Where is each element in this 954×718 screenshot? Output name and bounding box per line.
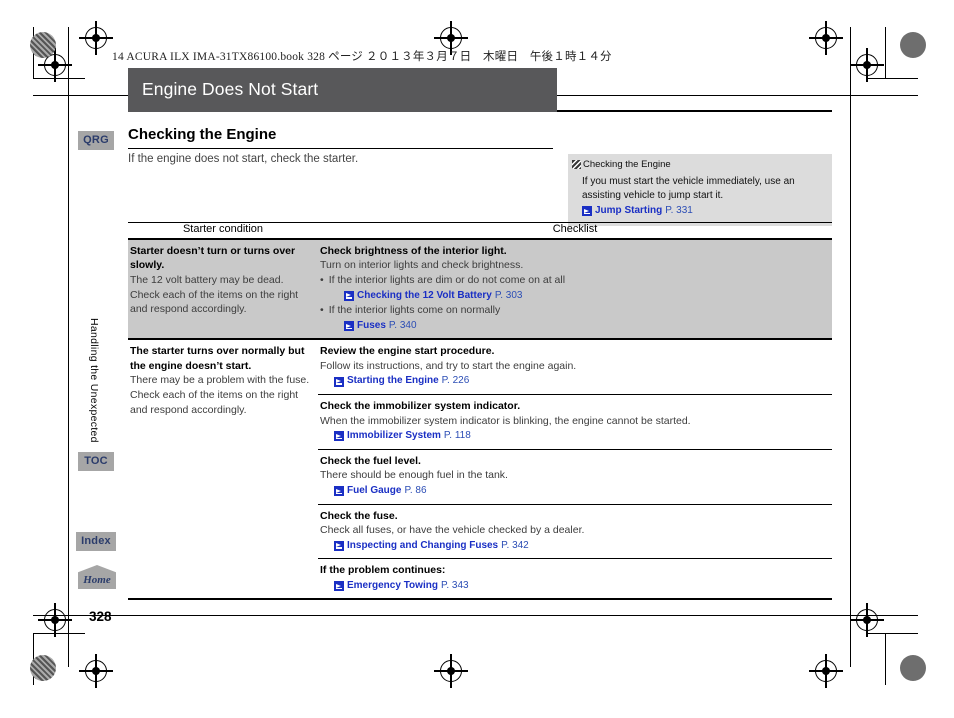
side-note: Checking the Engine If you must start th… xyxy=(568,154,832,226)
book-header: 14 ACURA ILX IMA-31TX86100.book 328 ページ … xyxy=(112,51,612,63)
xref-arrow-icon xyxy=(582,206,592,216)
page-number: 328 xyxy=(89,609,112,624)
xref-page: P. 86 xyxy=(404,484,427,496)
xref-page: P. 340 xyxy=(388,319,417,331)
checklist-title: If the problem continues: xyxy=(320,564,446,577)
xref-arrow-icon xyxy=(334,486,344,497)
table-row-rule xyxy=(128,598,832,601)
page-title: Engine Does Not Start xyxy=(142,79,319,99)
section-title-bar: Engine Does Not Start xyxy=(128,68,557,112)
checklist-item: Check the immobilizer system indicator. W… xyxy=(318,395,832,449)
checklist-bullet: • If the interior lights come on normally xyxy=(320,303,826,318)
cell-condition: Starter doesn’t turn or turns over slowl… xyxy=(128,240,318,339)
xref-label: Jump Starting xyxy=(595,205,663,216)
table-body: Starter doesn’t turn or turns over slowl… xyxy=(128,239,832,601)
bullet-dot-icon: • xyxy=(320,273,324,286)
side-note-heading-text: Checking the Engine xyxy=(583,159,671,170)
cell-checklist: Review the engine start procedure. Follow… xyxy=(318,340,832,598)
xref-link[interactable]: Inspecting and Changing Fuses P. 342 xyxy=(320,539,826,554)
xref-label: Fuel Gauge xyxy=(347,484,402,496)
xref-page: P. 331 xyxy=(665,205,693,216)
cell-checklist: Check brightness of the interior light. T… xyxy=(318,240,832,339)
xref-page: P. 343 xyxy=(440,579,469,591)
xref-label: Inspecting and Changing Fuses xyxy=(347,539,499,551)
checklist-title: Check the fuse. xyxy=(320,509,398,522)
xref-arrow-icon xyxy=(334,540,344,551)
condition-description: There may be a problem with the fuse. Ch… xyxy=(130,374,310,416)
checklist-title: Check brightness of the interior light. xyxy=(320,244,507,257)
checklist-description: Check all fuses, or have the vehicle che… xyxy=(320,524,585,537)
side-note-heading: Checking the Engine xyxy=(572,159,826,170)
column-header-checklist: Checklist xyxy=(552,223,598,235)
checklist-item: Review the engine start procedure. Follow… xyxy=(318,340,832,394)
chapter-label: Handling the Unexpected xyxy=(88,318,100,443)
checklist-title: Check the fuel level. xyxy=(320,454,421,467)
xref-arrow-icon xyxy=(334,581,344,592)
note-marker-icon xyxy=(572,160,581,169)
column-header-condition: Starter condition xyxy=(182,223,264,235)
checklist-description: Follow its instructions, and try to star… xyxy=(320,359,577,372)
tab-index[interactable]: Index xyxy=(76,532,116,551)
checklist-item: If the problem continues: Emergency Towin… xyxy=(318,559,832,598)
checklist-item: Check brightness of the interior light. T… xyxy=(318,240,832,339)
table-row: The starter turns over normally but the … xyxy=(128,340,832,598)
checklist-title: Review the engine start procedure. xyxy=(320,345,495,358)
xref-page: P. 303 xyxy=(494,289,523,301)
table-header-row: Starter condition Checklist xyxy=(128,223,832,238)
xref-label: Starting the Engine xyxy=(347,375,439,387)
tab-toc[interactable]: TOC xyxy=(78,452,114,471)
condition-description: The 12 volt battery may be dead. Check e… xyxy=(130,273,299,316)
subsection-rule xyxy=(128,148,553,150)
side-note-body-text: If you must start the vehicle immediatel… xyxy=(582,176,795,201)
xref-arrow-icon xyxy=(344,321,354,332)
checklist-description: Turn on interior lights and check bright… xyxy=(320,259,524,272)
checklist-item: Check the fuel level. There should be eno… xyxy=(318,450,832,504)
xref-label: Checking the 12 Volt Battery xyxy=(357,289,492,301)
xref-link[interactable]: Checking the 12 Volt Battery P. 303 xyxy=(320,289,826,304)
subsection-title: Checking the Engine xyxy=(128,126,277,143)
checklist-item: Check the fuse. Check all fuses, or have … xyxy=(318,505,832,559)
xref-link[interactable]: Fuses P. 340 xyxy=(320,319,826,334)
xref-link[interactable]: Immobilizer System P. 118 xyxy=(320,429,826,444)
checklist-description: There should be enough fuel in the tank. xyxy=(320,469,508,482)
title-rule xyxy=(557,110,832,112)
xref-arrow-icon xyxy=(344,290,354,301)
xref-page: P. 226 xyxy=(441,375,470,387)
checklist-description: When the immobilizer system indicator is… xyxy=(320,414,691,427)
xref-label: Fuses xyxy=(357,319,386,331)
side-note-body: If you must start the vehicle immediatel… xyxy=(572,175,826,218)
checklist-bullet: • If the interior lights are dim or do no… xyxy=(320,273,826,288)
intro-paragraph: If the engine does not start, check the … xyxy=(128,153,359,165)
cell-condition: The starter turns over normally but the … xyxy=(128,340,318,598)
xref-page: P. 342 xyxy=(501,539,529,551)
xref-label: Emergency Towing xyxy=(347,579,438,591)
checklist-title: Check the immobilizer system indicator. xyxy=(320,399,521,412)
xref-link[interactable]: Fuel Gauge P. 86 xyxy=(320,484,826,499)
xref-arrow-icon xyxy=(334,431,344,442)
condition-title: Starter doesn’t turn or turns over slowl… xyxy=(130,244,296,272)
bullet-dot-icon: • xyxy=(320,304,324,317)
xref-link[interactable]: Starting the Engine P. 226 xyxy=(320,374,826,389)
xref-label: Immobilizer System xyxy=(347,430,441,442)
troubleshooting-table: Starter condition Checklist Starter does… xyxy=(128,222,832,601)
side-note-xref[interactable]: Jump Starting P. 331 xyxy=(582,204,826,218)
home-button-label: Home xyxy=(83,574,111,586)
condition-title: The starter turns over normally but the … xyxy=(130,345,305,372)
xref-arrow-icon xyxy=(334,376,344,387)
xref-link[interactable]: Emergency Towing P. 343 xyxy=(320,579,826,594)
tab-qrg[interactable]: QRG xyxy=(78,131,114,150)
home-button[interactable]: Home xyxy=(78,565,116,589)
bullet-text: If the interior lights are dim or do not… xyxy=(328,273,566,286)
xref-page: P. 118 xyxy=(443,430,471,442)
table-row: Starter doesn’t turn or turns over slowl… xyxy=(128,239,832,339)
bullet-text: If the interior lights come on normally xyxy=(328,304,501,317)
